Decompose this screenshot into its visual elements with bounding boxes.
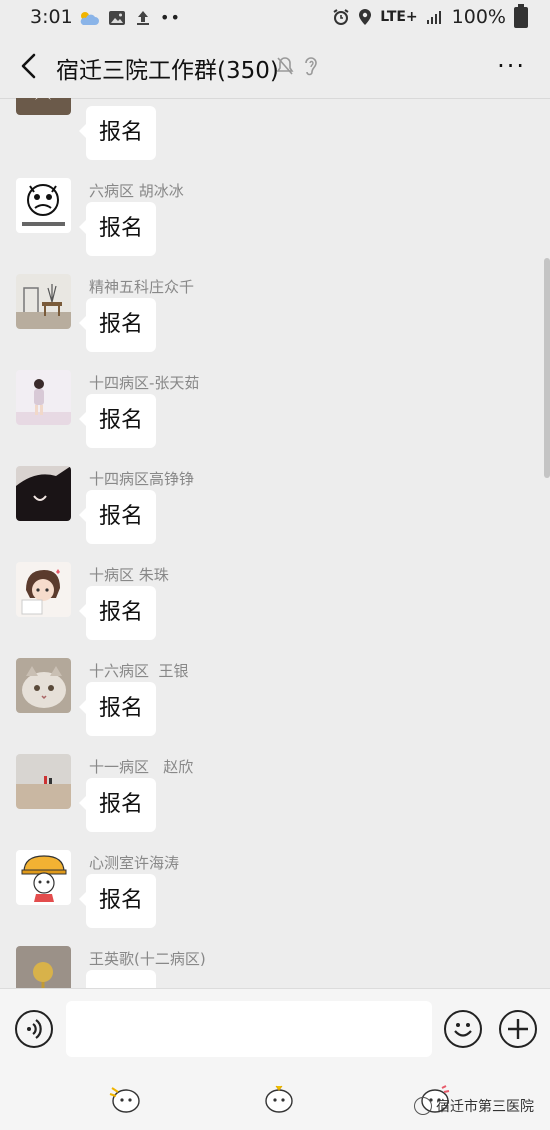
battery-percent: 100% (451, 6, 506, 28)
avatar[interactable] (16, 562, 71, 617)
network-type: LTE+ (380, 9, 418, 25)
signal-icon (426, 11, 441, 24)
cloud-sun-icon (80, 11, 99, 25)
location-icon (359, 9, 372, 25)
alarm-icon (333, 9, 349, 25)
chat-title: 宿迁三院工作群(350) (56, 58, 279, 84)
avatar[interactable] (16, 658, 71, 713)
status-left-icons: •• (78, 8, 181, 27)
message-bubble[interactable]: 报名 (79, 490, 156, 544)
sender-name: 十四病区高铮铮 (89, 470, 195, 488)
avatar[interactable] (16, 466, 71, 521)
back-arrow-icon[interactable] (14, 50, 46, 82)
avatar[interactable] (16, 946, 71, 988)
message-item: 十四病区高铮铮 报名 (0, 466, 540, 562)
more-dots-icon: •• (160, 8, 181, 27)
mute-bell-icon (276, 57, 294, 75)
message-input[interactable] (66, 1001, 432, 1057)
upload-icon (137, 10, 149, 25)
voice-input-button[interactable] (15, 1010, 53, 1048)
earpiece-icon (305, 57, 317, 76)
status-time: 3:01 (30, 6, 73, 28)
smiley-icon (454, 1023, 472, 1037)
message-item: 十一病区 赵欣 报名 (0, 754, 540, 850)
avatar[interactable] (16, 370, 71, 425)
avatar[interactable] (16, 98, 71, 115)
status-bar: 3:01 •• LTE+ 100% (0, 0, 550, 36)
message-item: 六病区 胡冰冰 报名 (0, 178, 540, 274)
message-bubble[interactable]: 报名 (79, 874, 156, 928)
image-icon (109, 10, 125, 25)
message-bubble[interactable]: 报名 (79, 586, 156, 640)
sender-name: 精神五科庄众千 (89, 278, 195, 296)
sender-name: 王英歌(十二病区) (89, 950, 206, 968)
message-item: 十四病区-张天茹 报名 (0, 370, 540, 466)
message-item: 王英歌(十二病区) (0, 946, 540, 988)
avatar[interactable] (16, 850, 71, 905)
message-item: 十六病区 王银 报名 (0, 658, 540, 754)
watermark-text: 宿迁市第三医院 (436, 1099, 534, 1115)
avatar[interactable] (16, 178, 71, 233)
battery-icon (514, 3, 528, 28)
message-bubble[interactable]: 报名 (79, 778, 156, 832)
message-bubble[interactable] (86, 970, 156, 988)
sender-name: 十六病区 王银 (89, 662, 189, 680)
scrollbar-thumb[interactable] (544, 258, 550, 478)
plus-icon (508, 1019, 528, 1039)
watermark: 宿迁市第三医院 (414, 1096, 534, 1116)
message-item: 心测室许海涛 报名 (0, 850, 540, 946)
chat-message-list[interactable]: 报名 六病区 胡冰冰 报名 精神五科庄众千 报名 十四病区-张天茹 报名 十四病… (0, 98, 550, 988)
sticker-bar: 宿迁市第三医院 (0, 1066, 550, 1130)
chat-input-bar (0, 988, 550, 1067)
sticker-icon[interactable] (262, 1082, 296, 1114)
sender-name: 十一病区 赵欣 (89, 758, 194, 776)
emoji-button[interactable] (444, 1010, 482, 1048)
voice-icon (27, 1019, 42, 1039)
more-functions-button[interactable] (499, 1010, 537, 1048)
avatar[interactable] (16, 754, 71, 809)
message-bubble[interactable]: 报名 (79, 682, 156, 736)
status-right-icons: LTE+ 100% (332, 3, 528, 28)
message-item: 报名 (0, 98, 540, 174)
sender-name: 心测室许海涛 (89, 854, 180, 872)
sticker-icon[interactable] (108, 1082, 142, 1114)
more-options-button[interactable]: ··· (497, 54, 526, 78)
chat-header: 宿迁三院工作群(350) ··· (0, 36, 550, 99)
avatar[interactable] (16, 274, 71, 329)
message-item: 精神五科庄众千 报名 (0, 274, 540, 370)
sender-name: 十病区 朱珠 (89, 566, 169, 584)
message-item: 十病区 朱珠 报名 (0, 562, 540, 658)
wechat-logo-icon (414, 1097, 432, 1115)
sender-name: 十四病区-张天茹 (89, 374, 200, 392)
message-bubble[interactable]: 报名 (79, 202, 156, 256)
message-bubble[interactable]: 报名 (79, 298, 156, 352)
message-bubble[interactable]: 报名 (79, 106, 156, 160)
sender-name: 六病区 胡冰冰 (89, 182, 184, 200)
message-bubble[interactable]: 报名 (79, 394, 156, 448)
